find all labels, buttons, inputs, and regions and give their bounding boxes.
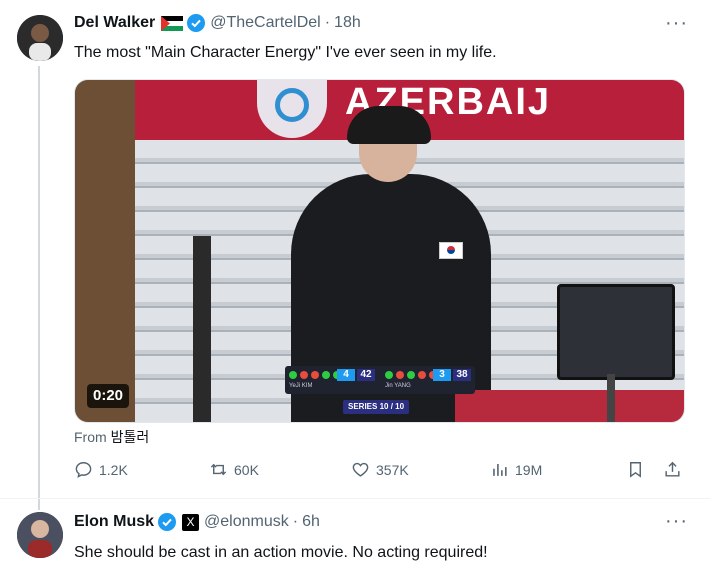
- shooting-table: [455, 390, 684, 422]
- reply-icon: [75, 462, 92, 478]
- video-attribution: From 밤톨러: [74, 427, 149, 447]
- more-options-icon[interactable]: ···: [665, 13, 688, 33]
- action-bar: 1.2K 60K 357K 19M: [74, 460, 684, 484]
- wall-pillar: [75, 80, 135, 422]
- right-athlete-name: Jin YANG: [385, 383, 411, 389]
- korea-flag-icon: [439, 242, 463, 259]
- right-score: 38: [453, 369, 471, 381]
- video-duration: 0:20: [87, 384, 130, 408]
- score-monitor: [557, 284, 675, 380]
- x-affiliate-badge-icon[interactable]: X: [182, 513, 200, 531]
- reply-button[interactable]: 1.2K: [74, 460, 128, 479]
- series-label: SERIES 10 / 10: [343, 400, 410, 414]
- scoreboard: 4 42 YeJi KIM 3 38 Jin YANG: [285, 366, 475, 394]
- avatar[interactable]: [17, 512, 63, 558]
- author-name[interactable]: Del Walker: [74, 14, 155, 32]
- author-handle[interactable]: @TheCartelDel: [210, 14, 321, 32]
- retweet-count: 60K: [234, 461, 259, 478]
- share-button[interactable]: [663, 460, 688, 479]
- verified-badge-icon[interactable]: [187, 14, 206, 32]
- author-name[interactable]: Elon Musk: [74, 513, 154, 531]
- lamp-stand: [193, 236, 211, 422]
- left-athlete-name: YeJi KIM: [289, 383, 313, 389]
- palestine-flag-icon: [161, 15, 184, 31]
- shot-indicators: [385, 371, 437, 379]
- like-button[interactable]: 357K: [351, 460, 409, 479]
- from-source-link[interactable]: 밤톨러: [111, 429, 150, 445]
- from-prefix: From: [74, 429, 107, 445]
- views-button[interactable]: 19M: [490, 460, 542, 479]
- tweet-text: She should be cast in an action movie. N…: [74, 544, 488, 561]
- video-player[interactable]: AZERBAIJ 4 42 YeJi KIM 3 38 Jin YANG SER…: [74, 79, 685, 423]
- share-icon: [665, 461, 680, 477]
- tweet-del-walker[interactable]: Del Walker @TheCartelDel · 18h ··· The m…: [0, 0, 710, 498]
- tweet-text: The most "Main Character Energy" I've ev…: [74, 44, 497, 61]
- bookmark-button[interactable]: [626, 460, 651, 479]
- scoreboard-left: 4 42 YeJi KIM: [285, 366, 377, 394]
- heart-icon: [352, 462, 369, 477]
- verified-badge-icon[interactable]: [158, 513, 177, 531]
- separator-dot: ·: [292, 513, 299, 530]
- author-handle[interactable]: @elonmusk: [204, 513, 289, 531]
- shot-indicators: [289, 371, 341, 379]
- more-options-icon[interactable]: ···: [665, 511, 688, 531]
- timestamp[interactable]: 18h: [334, 14, 361, 32]
- bookmark-icon: [630, 462, 641, 478]
- left-score: 42: [357, 369, 375, 381]
- like-count: 357K: [376, 461, 409, 478]
- scoreboard-right: 3 38 Jin YANG: [381, 366, 473, 394]
- monitor-stand: [607, 374, 615, 422]
- timestamp[interactable]: 6h: [302, 513, 320, 531]
- cap: [347, 106, 431, 144]
- right-score-small: 3: [433, 369, 451, 381]
- view-count: 19M: [515, 461, 543, 478]
- views-chart-icon: [493, 463, 507, 476]
- left-score-small: 4: [337, 369, 355, 381]
- avatar[interactable]: [17, 15, 63, 61]
- retweet-icon: [210, 463, 227, 476]
- reply-count: 1.2K: [99, 461, 128, 478]
- separator-dot: ·: [324, 14, 331, 31]
- retweet-button[interactable]: 60K: [209, 460, 259, 479]
